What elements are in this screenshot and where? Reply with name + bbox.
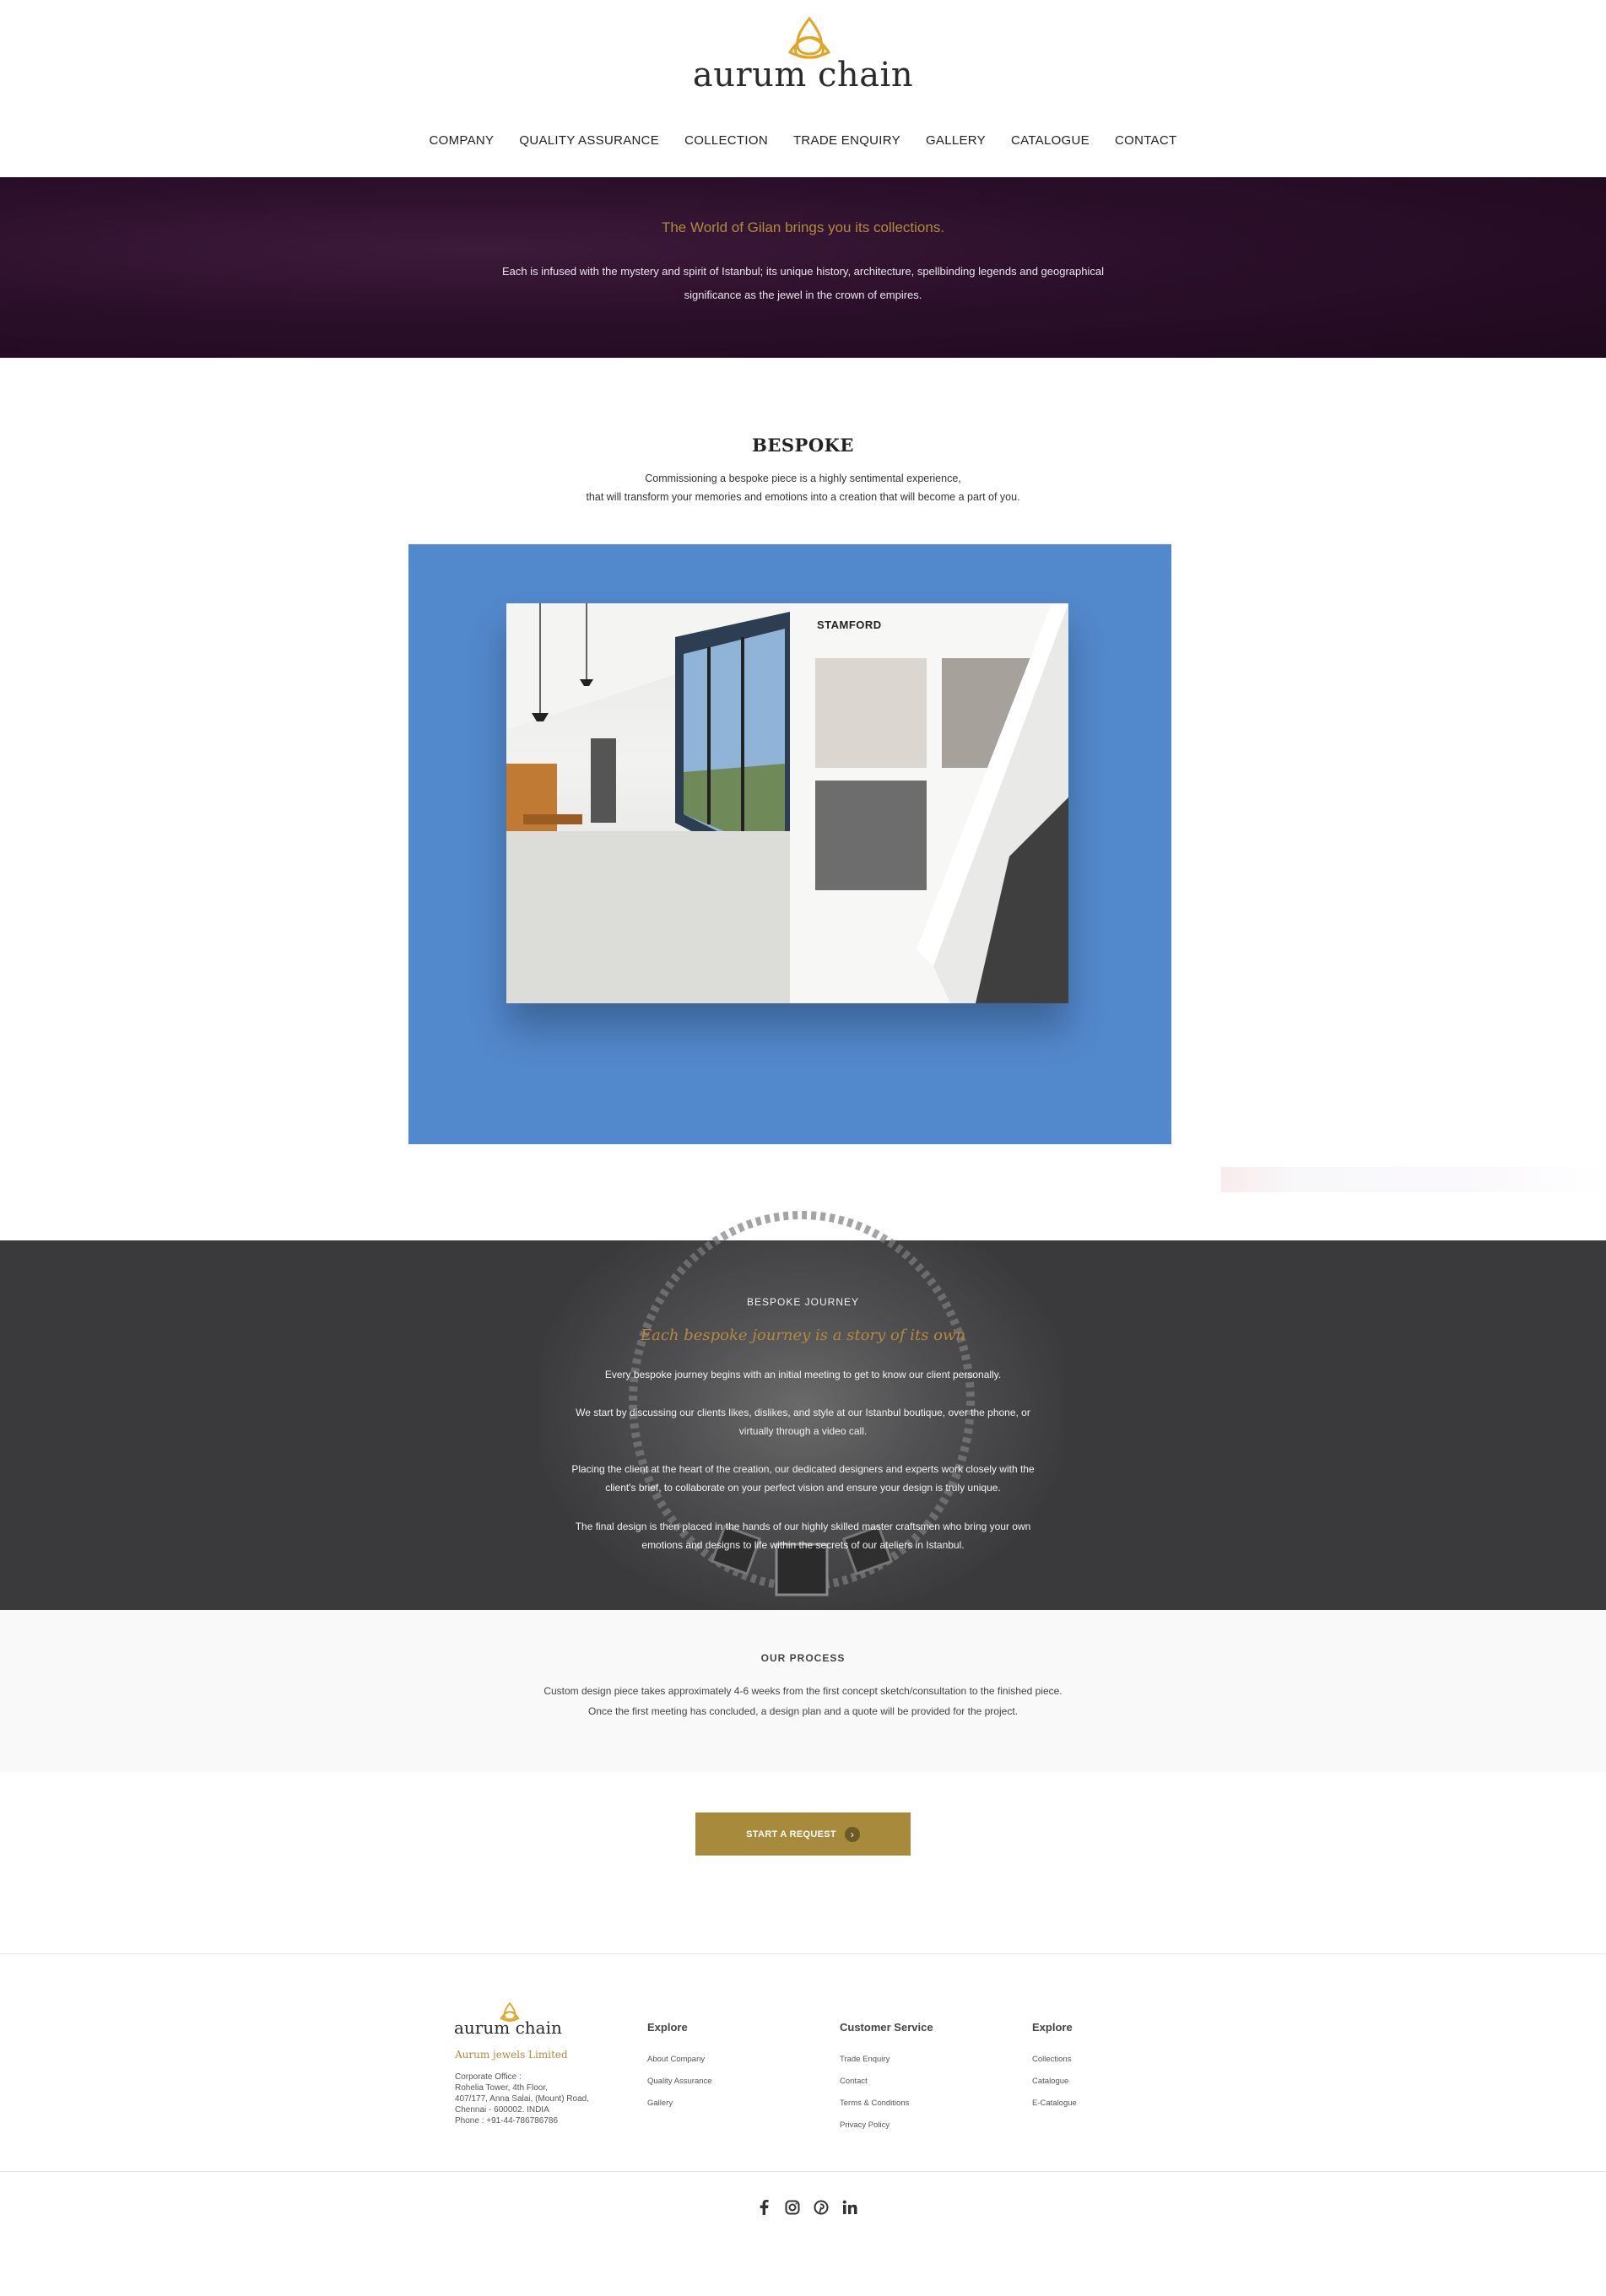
journey-kicker: BESPOKE JOURNEY (746, 1296, 860, 1308)
hero-banner: The World of Gilan brings you its collec… (0, 177, 1606, 358)
hero-body: Each is infused with the mystery and spi… (502, 265, 1104, 301)
footer-column-customer-service: Customer Service Trade Enquiry Contact T… (840, 2021, 933, 2137)
nav-item-gallery[interactable]: GALLERY (926, 133, 986, 148)
catalog-heading: STAMFORD (817, 619, 882, 631)
hero-title: The World of Gilan brings you its collec… (661, 219, 945, 235)
footer-column-heading: Explore (647, 2021, 688, 2034)
process-body: Custom design piece takes approximately … (0, 1681, 1606, 1721)
journey-paragraph-2: We start by discussing our clients likes… (576, 1407, 1030, 1437)
footer-address: Corporate Office : Rohelia Tower, 4th Fl… (455, 2072, 589, 2126)
start-request-label: START A REQUEST (746, 1829, 836, 1840)
site-header: aurum chain COMPANY QUALITY ASSURANCE CO… (0, 0, 1606, 177)
footer-address-line: Rohelia Tower, 4th Floor, (455, 2083, 548, 2093)
footer-bottom-divider (0, 2171, 1606, 2172)
swatch-terrazzo-dark (815, 781, 927, 890)
facebook-icon[interactable] (755, 2199, 772, 2216)
footer-column-heading: Customer Service (840, 2021, 933, 2034)
footer-link-contact[interactable]: Contact (840, 2071, 933, 2093)
bespoke-intro-line-2: that will transform your memories and em… (586, 491, 1020, 503)
footer-link-collections[interactable]: Collections (1032, 2049, 1077, 2071)
footer-link-terms[interactable]: Terms & Conditions (840, 2093, 933, 2115)
start-request-button[interactable]: START A REQUEST › (695, 1812, 911, 1856)
catalog-page-swatches: STAMFORD (790, 603, 1068, 1003)
footer-address-line: Chennai - 600002. INDIA (455, 2105, 549, 2115)
interior-photo (506, 603, 790, 1003)
catalog-book: STAMFORD (506, 603, 1068, 1003)
nav-item-trade-enquiry[interactable]: TRADE ENQUIRY (793, 133, 900, 148)
process-line-1: Custom design piece takes approximately … (543, 1685, 1063, 1697)
chevron-right-icon: › (844, 1826, 860, 1842)
our-process-section: OUR PROCESS Custom design piece takes ap… (0, 1610, 1606, 1772)
site-logo-text[interactable]: aurum chain (0, 56, 1606, 95)
footer-link-gallery[interactable]: Gallery (647, 2093, 712, 2115)
catalog-image: STAMFORD (408, 544, 1171, 1144)
journey-paragraph-4: The final design is then placed in the h… (575, 1521, 1031, 1551)
footer-logo-text[interactable]: aurum chain (454, 2018, 562, 2038)
footer-link-e-catalogue[interactable]: E-Catalogue (1032, 2093, 1077, 2115)
social-links (755, 2199, 858, 2216)
footer-top-divider (0, 1953, 1606, 1954)
footer-column-heading: Explore (1032, 2021, 1073, 2034)
nav-item-company[interactable]: COMPANY (430, 133, 495, 148)
footer-column-explore: Explore About Company Quality Assurance … (647, 2021, 712, 2115)
footer-address-line: Phone : +91-44-786786786 (455, 2116, 559, 2126)
bespoke-intro-line-1: Commissioning a bespoke piece is a highl… (645, 473, 961, 484)
bespoke-intro: Commissioning a bespoke piece is a highl… (0, 469, 1606, 506)
footer-link-trade-enquiry[interactable]: Trade Enquiry (840, 2049, 933, 2071)
bespoke-journey-section: BESPOKE JOURNEY Each bespoke journey is … (0, 1211, 1606, 1610)
instagram-icon[interactable] (784, 2199, 801, 2216)
nav-item-contact[interactable]: CONTACT (1115, 133, 1176, 148)
footer-link-catalogue[interactable]: Catalogue (1032, 2071, 1077, 2093)
footer-company-name: Aurum jewels Limited (455, 2049, 568, 2061)
footer-address-line: 407/177, Anna Salai, (Mount) Road, (455, 2094, 589, 2104)
process-line-2: Once the first meeting has concluded, a … (588, 1705, 1018, 1717)
journey-paragraph-3: Placing the client at the heart of the c… (571, 1463, 1035, 1494)
nav-item-quality-assurance[interactable]: QUALITY ASSURANCE (519, 133, 659, 148)
page-curl (917, 603, 1068, 1003)
footer-link-privacy[interactable]: Privacy Policy (840, 2115, 933, 2137)
footer-link-about-company[interactable]: About Company (647, 2049, 712, 2071)
nav-item-collection[interactable]: COLLECTION (684, 133, 768, 148)
pinterest-icon[interactable] (813, 2199, 830, 2216)
catalog-page-interior (506, 603, 790, 1003)
journey-title: Each bespoke journey is a story of its o… (640, 1326, 966, 1344)
process-title: OUR PROCESS (760, 1652, 846, 1664)
triquetra-icon[interactable] (783, 15, 835, 59)
footer-column-explore-2: Explore Collections Catalogue E-Catalogu… (1032, 2021, 1077, 2115)
linkedin-icon[interactable] (841, 2199, 858, 2216)
main-nav: COMPANY QUALITY ASSURANCE COLLECTION TRA… (0, 133, 1606, 148)
decorative-strip (1221, 1167, 1606, 1192)
footer-link-quality-assurance[interactable]: Quality Assurance (647, 2071, 712, 2093)
journey-paragraph-1: Every bespoke journey begins with an ini… (604, 1369, 1002, 1380)
swatch-terrazzo-light (815, 658, 927, 768)
footer-address-line: Corporate Office : (455, 2072, 522, 2082)
nav-item-catalogue[interactable]: CATALOGUE (1011, 133, 1090, 148)
bespoke-title: BESPOKE (752, 435, 854, 456)
